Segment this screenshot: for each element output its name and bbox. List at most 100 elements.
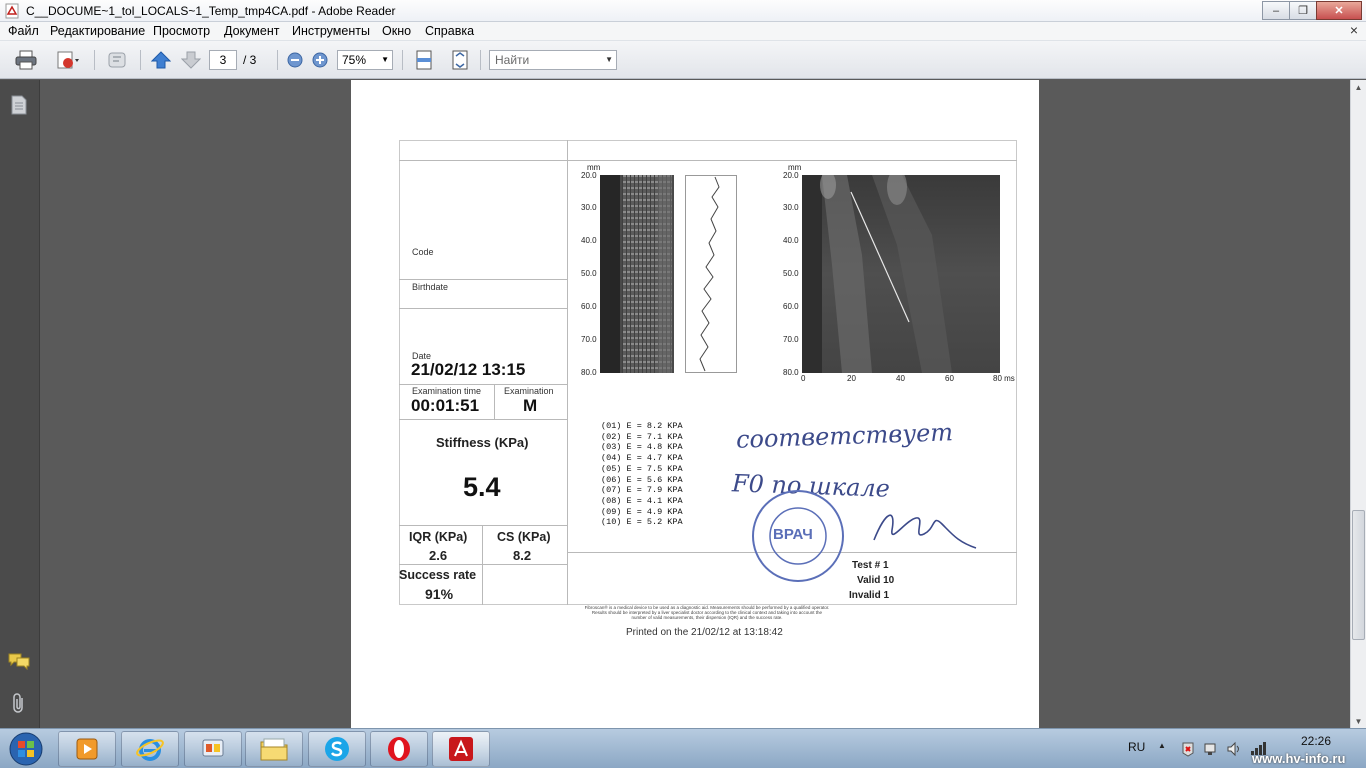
document-area[interactable]: Code Birthdate Date 21/02/12 13:15 Exami… (41, 80, 1350, 728)
taskbar-control-panel[interactable] (184, 731, 242, 767)
chevron-down-icon: ▼ (381, 55, 389, 64)
exam-time-value: 00:01:51 (411, 396, 480, 415)
internet-explorer-icon (136, 739, 164, 761)
comments-panel-button[interactable] (8, 650, 30, 672)
elastogram-image (802, 175, 1000, 373)
page-number-input[interactable]: 3 (209, 50, 237, 70)
list-item: (04) E = 4.7 KPA (601, 453, 683, 464)
print-button[interactable] (13, 49, 39, 71)
exam-value: M (523, 396, 538, 415)
windows-start-icon (9, 732, 43, 766)
depth-axis-1: 20.0 30.0 40.0 50.0 60.0 70.0 80.0 (581, 171, 597, 377)
taskbar-adobe-reader[interactable] (432, 731, 490, 767)
scroll-down-icon[interactable]: ▼ (1351, 714, 1366, 728)
close-document-icon[interactable]: × (1350, 22, 1358, 38)
list-item: (06) E = 5.6 KPA (601, 474, 683, 485)
menu-view[interactable]: Просмотр (153, 24, 210, 38)
clock[interactable]: 22:26 (1296, 734, 1336, 748)
measurements-list: (01) E = 8.2 KPA (02) E = 7.1 KPA (03) E… (601, 421, 683, 528)
control-panel-icon (202, 739, 224, 757)
zoom-in-icon (312, 52, 328, 68)
a-mode-trace (685, 175, 737, 373)
exam-label: Examination (504, 386, 554, 396)
previous-page-button[interactable] (150, 49, 172, 71)
menu-help[interactable]: Справка (425, 24, 474, 38)
pages-panel-button[interactable] (8, 94, 30, 116)
taskbar-skype[interactable] (308, 731, 366, 767)
network-icon[interactable] (1203, 741, 1219, 757)
navigation-pane (0, 80, 40, 728)
taskbar-media-player[interactable] (58, 731, 116, 767)
list-item: (02) E = 7.1 KPA (601, 431, 683, 442)
zoom-in-button[interactable] (310, 49, 330, 71)
taskbar-explorer[interactable] (245, 731, 303, 767)
menu-edit[interactable]: Редактирование (50, 24, 145, 38)
comment-button[interactable] (103, 49, 131, 71)
find-input[interactable]: Найти ▼ (489, 50, 617, 70)
export-icon (57, 51, 79, 69)
depth-axis-2: 20.0 30.0 40.0 50.0 60.0 70.0 80.0 (783, 171, 799, 377)
disclaimer: Fibroscan® is a medical device to be use… (584, 605, 830, 620)
find-placeholder: Найти (495, 53, 530, 67)
action-center-icon[interactable] (1180, 741, 1196, 757)
menu-document[interactable]: Документ (224, 24, 279, 38)
birthdate-label: Birthdate (412, 282, 449, 292)
stiffness-value: 5.4 (463, 472, 501, 502)
stiffness-label: Stiffness (KPa) (436, 435, 529, 450)
next-page-button[interactable] (180, 49, 202, 71)
scroll-thumb[interactable] (1352, 510, 1365, 640)
list-item: (03) E = 4.8 KPA (601, 442, 683, 453)
vertical-scrollbar[interactable]: ▲ ▼ (1350, 80, 1366, 728)
date-value: 21/02/12 13:15 (411, 360, 526, 379)
page-total: / 3 (243, 53, 257, 67)
printed-on: Printed on the 21/02/12 at 13:18:42 (626, 627, 783, 638)
zoom-select[interactable]: 75% ▼ (337, 50, 393, 70)
taskbar-internet-explorer[interactable] (121, 731, 179, 767)
skype-icon (325, 737, 349, 761)
list-item: (10) E = 5.2 KPA (601, 517, 683, 528)
pdf-page: Code Birthdate Date 21/02/12 13:15 Exami… (351, 80, 1039, 728)
folder-icon (260, 738, 288, 761)
close-button[interactable]: ✕ (1316, 1, 1362, 20)
show-hidden-icons-icon[interactable]: ▲ (1158, 741, 1166, 750)
scroll-up-icon[interactable]: ▲ (1351, 80, 1366, 94)
list-item: (07) E = 7.9 KPA (601, 485, 683, 496)
paperclip-icon (13, 693, 23, 713)
exam-time-label: Examination time (412, 386, 482, 396)
pages-icon (11, 95, 27, 115)
adobe-reader-icon (449, 737, 473, 761)
m-mode-image (600, 175, 674, 373)
window-title: C__DOCUME~1_tol_LOCALS~1_Temp_tmp4CA.pdf… (26, 4, 396, 18)
start-button[interactable] (4, 731, 48, 767)
success-rate-value: 91% (425, 586, 454, 602)
fit-width-button[interactable] (412, 49, 436, 71)
attachments-panel-button[interactable] (8, 692, 30, 714)
valid-count: Valid 10 (857, 575, 895, 586)
signature (873, 514, 977, 549)
title-bar: C__DOCUME~1_tol_LOCALS~1_Temp_tmp4CA.pdf… (0, 0, 1366, 22)
list-item: (08) E = 4.1 KPA (601, 495, 683, 506)
test-number: Test # 1 (852, 560, 889, 571)
doctor-stamp: ВРАЧ (751, 489, 845, 583)
stamp-text: ВРАЧ (773, 526, 813, 543)
minimize-button[interactable]: – (1262, 1, 1290, 20)
export-button[interactable] (50, 49, 86, 71)
list-item: (05) E = 7.5 KPA (601, 463, 683, 474)
taskbar-opera[interactable] (370, 731, 428, 767)
zoom-out-icon (287, 52, 303, 68)
fit-page-button[interactable] (448, 49, 472, 71)
menu-file[interactable]: Файл (8, 24, 39, 38)
menu-tools[interactable]: Инструменты (292, 24, 370, 38)
printer-icon (15, 50, 37, 70)
cs-value: 8.2 (513, 548, 532, 563)
success-rate-label: Success rate (399, 568, 477, 582)
zoom-out-button[interactable] (285, 49, 305, 71)
menu-window[interactable]: Окно (382, 24, 411, 38)
volume-icon[interactable] (1226, 741, 1242, 757)
language-indicator[interactable]: RU (1128, 740, 1145, 754)
media-player-icon (76, 738, 98, 760)
cs-label: CS (KPa) (497, 530, 551, 544)
maximize-button[interactable]: ❐ (1289, 1, 1317, 20)
opera-icon (388, 737, 410, 761)
arrow-down-icon (181, 51, 201, 69)
